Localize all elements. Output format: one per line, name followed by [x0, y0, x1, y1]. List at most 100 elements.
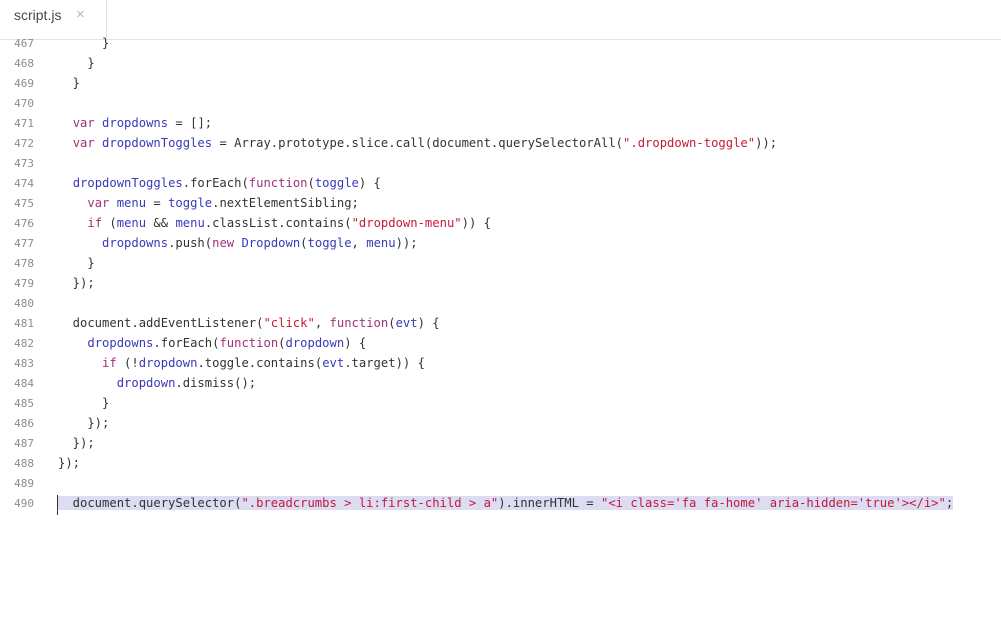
string-token: "<i class='fa fa-home' aria-hidden='true…: [600, 496, 946, 510]
code-text: }: [58, 76, 80, 90]
code-token: )) {: [461, 216, 491, 230]
code-token: =: [146, 196, 169, 210]
code-token: (!: [116, 356, 139, 370]
code-line[interactable]: 485 }: [0, 395, 1001, 415]
identifier-token: dropdowns: [102, 236, 169, 250]
tab-label: script.js: [14, 7, 62, 23]
code-line[interactable]: 471 var dropdowns = [];: [0, 115, 1001, 135]
code-token: ) {: [358, 176, 381, 190]
keyword-token: function: [248, 176, 308, 190]
code-token: .classList.contains(: [204, 216, 352, 230]
identifier-token: dropdown: [138, 356, 198, 370]
code-line[interactable]: 469 }: [0, 75, 1001, 95]
line-number: 488: [14, 457, 34, 470]
code-token: .target)) {: [344, 356, 425, 370]
code-token: (: [307, 176, 315, 190]
keyword-token: if: [87, 216, 103, 230]
code-line-selected[interactable]: 490 document.querySelector(".breadcrumbs…: [0, 495, 1001, 515]
code-text: }: [58, 256, 95, 270]
code-text: dropdownToggles.forEach(function(toggle)…: [58, 176, 381, 190]
code-text: dropdowns.push(new Dropdown(toggle, menu…: [58, 236, 418, 250]
line-number: 468: [14, 57, 34, 70]
keyword-token: var: [72, 136, 95, 150]
code-text: }: [58, 56, 94, 70]
code-token: ).innerHTML =: [498, 496, 601, 510]
code-line[interactable]: 488});: [0, 455, 1001, 475]
code-text: var dropdownToggles = Array.prototype.sl…: [58, 136, 777, 150]
line-number: 485: [14, 397, 34, 410]
tab-bar: script.js ×: [0, 0, 1001, 40]
code-line[interactable]: 478 }: [0, 255, 1001, 275]
keyword-token: var: [72, 116, 95, 130]
code-text: if (!dropdown.toggle.contains(evt.target…: [58, 356, 425, 370]
code-text: var dropdowns = [];: [58, 116, 212, 130]
tab-script-js[interactable]: script.js ×: [0, 0, 107, 39]
code-token: ;: [945, 496, 954, 510]
code-line[interactable]: 483 if (!dropdown.toggle.contains(evt.ta…: [0, 355, 1001, 375]
code-line[interactable]: 487 });: [0, 435, 1001, 455]
line-number: 471: [14, 117, 34, 130]
identifier-token: evt: [395, 316, 418, 330]
code-token: });: [58, 436, 95, 450]
line-number: 486: [14, 417, 34, 430]
code-line[interactable]: 477 dropdowns.push(new Dropdown(toggle, …: [0, 235, 1001, 255]
code-token: document.querySelector(: [58, 496, 242, 510]
keyword-token: function: [329, 316, 389, 330]
code-line[interactable]: 480: [0, 295, 1001, 315]
code-editor[interactable]: 467 } 468 } 469 } 470 471 var dropdowns = []…: [0, 35, 1001, 515]
code-token: ,: [351, 236, 367, 250]
identifier-token: toggle: [307, 236, 352, 250]
code-token: document.addEventListener(: [58, 316, 264, 330]
code-token: ) {: [417, 316, 440, 330]
code-text: }: [58, 396, 109, 410]
code-token: }: [58, 76, 81, 90]
code-line[interactable]: 482 dropdowns.forEach(function(dropdown)…: [0, 335, 1001, 355]
code-line[interactable]: 479 });: [0, 275, 1001, 295]
identifier-token: dropdownToggles: [72, 176, 183, 190]
code-text: var menu = toggle.nextElementSibling;: [58, 196, 359, 210]
line-number: 475: [14, 197, 34, 210]
line-number: 483: [14, 357, 34, 370]
code-line[interactable]: 474 dropdownToggles.forEach(function(tog…: [0, 175, 1001, 195]
string-token: "dropdown-menu": [351, 216, 462, 230]
code-line[interactable]: 472 var dropdownToggles = Array.prototyp…: [0, 135, 1001, 155]
close-icon[interactable]: ×: [76, 6, 85, 23]
code-token: }: [58, 256, 95, 270]
code-token: .forEach(: [153, 336, 220, 350]
code-text: });: [58, 416, 109, 430]
identifier-token: menu: [116, 196, 147, 210]
code-token: });: [58, 416, 110, 430]
code-token: (: [300, 236, 308, 250]
code-line[interactable]: 473: [0, 155, 1001, 175]
code-token: }: [58, 396, 110, 410]
line-number: 474: [14, 177, 34, 190]
code-line[interactable]: 468 }: [0, 55, 1001, 75]
line-number: 477: [14, 237, 34, 250]
line-number: 481: [14, 317, 34, 330]
code-token: }: [58, 36, 110, 50]
code-line[interactable]: 476 if (menu && menu.classList.contains(…: [0, 215, 1001, 235]
string-token: "click": [263, 316, 315, 330]
identifier-token: evt: [322, 356, 345, 370]
code-line[interactable]: 481 document.addEventListener("click", f…: [0, 315, 1001, 335]
code-line[interactable]: 470: [0, 95, 1001, 115]
code-text: dropdown.dismiss();: [58, 376, 256, 390]
code-text: });: [58, 436, 95, 450]
code-token: .push(: [168, 236, 213, 250]
code-token: ));: [395, 236, 418, 250]
code-line[interactable]: 486 });: [0, 415, 1001, 435]
code-token: .toggle.contains(: [197, 356, 323, 370]
line-number: 470: [14, 97, 34, 110]
code-line[interactable]: 467 }: [0, 35, 1001, 55]
identifier-token: Dropdown: [241, 236, 301, 250]
line-number: 469: [14, 77, 34, 90]
line-number: 489: [14, 477, 34, 490]
code-line[interactable]: 475 var menu = toggle.nextElementSibling…: [0, 195, 1001, 215]
code-line[interactable]: 484 dropdown.dismiss();: [0, 375, 1001, 395]
code-line[interactable]: 489: [0, 475, 1001, 495]
